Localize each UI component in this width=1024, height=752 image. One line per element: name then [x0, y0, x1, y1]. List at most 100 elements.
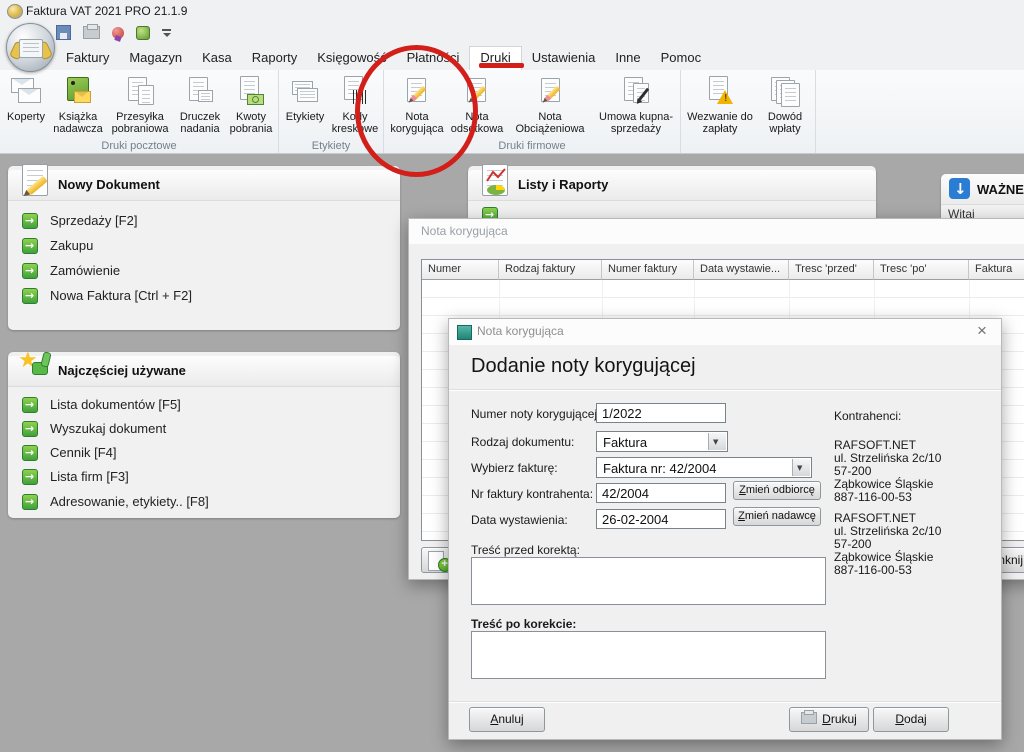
column-header-data-wystawienia[interactable]: Data wystawie...	[694, 260, 789, 280]
tresc-po-label: Treść po korekcie:	[471, 617, 576, 631]
list-window-titlebar[interactable]: Nota korygująca	[409, 219, 1024, 244]
tab-faktury[interactable]: Faktury	[56, 46, 119, 70]
print-icon[interactable]	[83, 26, 100, 39]
list-arrow-icon	[22, 445, 38, 461]
window-title: Faktura VAT 2021 PRO 21.1.9	[26, 4, 187, 18]
column-header-tresc-po[interactable]: Tresc 'po'	[874, 260, 969, 280]
document-money-icon	[233, 74, 269, 110]
kontrahent-odbiorca-address: RAFSOFT.NET ul. Strzelińska 2c/10 57-200…	[834, 439, 941, 504]
tresc-przed-label: Treść przed korektą:	[471, 543, 580, 557]
update-icon[interactable]	[136, 26, 150, 40]
list-arrow-icon	[22, 494, 38, 510]
drukuj-button[interactable]: Drukuj	[789, 707, 869, 732]
column-header-rodzaj-faktury[interactable]: Rodzaj faktury	[499, 260, 602, 280]
ribbon-button-etykiety[interactable]: Etykiety	[281, 72, 329, 123]
ribbon-group-extra: Wezwanie do zapłaty Dowód wpłaty	[681, 70, 816, 153]
numer-noty-input[interactable]	[596, 403, 726, 423]
panel-title: Nowy Dokument	[58, 177, 160, 192]
download-icon	[949, 178, 970, 199]
list-arrow-icon	[22, 213, 38, 229]
menu-item-zakupu[interactable]: Zakupu	[8, 235, 93, 257]
app-icon	[7, 4, 23, 19]
column-header-numer-faktury[interactable]: Numer faktury	[602, 260, 694, 280]
nr-faktury-kontrahenta-label: Nr faktury kontrahenta:	[471, 487, 593, 501]
ribbon-button-kwoty-pobrania[interactable]: Kwoty pobrania	[226, 72, 276, 135]
menu-item-nowa-faktura[interactable]: Nowa Faktura [Ctrl + F2]	[8, 285, 192, 307]
wybierz-fakture-select[interactable]: Faktura nr: 42/2004	[596, 457, 812, 478]
app-menu-button[interactable]	[6, 23, 55, 72]
data-wystawienia-label: Data wystawienia:	[471, 513, 568, 527]
tab-pomoc[interactable]: Pomoc	[651, 46, 711, 70]
tab-ustawienia[interactable]: Ustawienia	[522, 46, 606, 70]
list-arrow-icon	[22, 469, 38, 485]
tab-magazyn[interactable]: Magazyn	[119, 46, 192, 70]
numer-noty-label: Numer noty korygującej:	[471, 407, 600, 421]
ribbon-toolbar: Koperty Książka nadawcza Przesyłka pobra…	[0, 70, 1024, 154]
license-badge-icon[interactable]	[112, 27, 124, 39]
nr-faktury-kontrahenta-input[interactable]	[596, 483, 726, 503]
print-icon	[801, 712, 817, 724]
kontrahenci-label: Kontrahenci:	[834, 409, 901, 423]
column-header-numer[interactable]: Numer	[422, 260, 499, 280]
tresc-przed-textarea[interactable]	[471, 557, 826, 605]
annotation-underline-druki	[479, 63, 524, 68]
menu-item-adresowanie-etykiety[interactable]: Adresowanie, etykiety.. [F8]	[8, 491, 209, 513]
tab-inne[interactable]: Inne	[605, 46, 650, 70]
kontrahent-nadawca-address: RAFSOFT.NET ul. Strzelińska 2c/10 57-200…	[834, 512, 941, 577]
quick-access-toolbar	[56, 25, 172, 40]
application-chrome: Faktura VAT 2021 PRO 21.1.9 Faktury Maga…	[0, 0, 1024, 70]
dialog-title: Nota korygująca	[477, 324, 564, 338]
menu-item-cennik[interactable]: Cennik [F4]	[8, 442, 116, 464]
dodanie-noty-dialog: Nota korygująca × Dodanie noty korygując…	[448, 318, 1002, 740]
menu-item-zamowienie[interactable]: Zamówienie	[8, 260, 120, 282]
mailbox-box-icon	[60, 74, 96, 110]
menu-item-sprzedazy[interactable]: Sprzedaży [F2]	[8, 210, 137, 232]
ribbon-button-umowa-kupna-sprzedazy[interactable]: Umowa kupna-sprzedaży	[594, 72, 678, 135]
ribbon-button-wezwanie-do-zaplaty[interactable]: Wezwanie do zapłaty	[683, 72, 757, 135]
thumbs-up-star-icon: ★	[20, 348, 58, 386]
divider	[449, 389, 1001, 390]
table-header-row: Numer Rodzaj faktury Numer faktury Data …	[422, 260, 1024, 280]
orb-calculator	[19, 39, 43, 58]
rodzaj-dokumentu-select[interactable]: Faktura	[596, 431, 728, 452]
ribbon-button-dowod-wplaty[interactable]: Dowód wpłaty	[757, 72, 813, 135]
divider	[449, 701, 1001, 702]
rodzaj-dokumentu-label: Rodzaj dokumentu:	[471, 435, 574, 449]
panel-title: Najczęściej używane	[58, 363, 186, 378]
column-header-tresc-przed[interactable]: Tresc 'przed'	[789, 260, 874, 280]
panel-najczesciej-uzywane: ★ Najczęściej używane Lista dokumentów […	[8, 352, 400, 518]
zmien-odbiorce-button[interactable]: Zmień odbiorcę	[733, 481, 821, 500]
menu-item-lista-firm[interactable]: Lista firm [F3]	[8, 466, 129, 488]
envelopes-icon	[8, 74, 44, 110]
save-icon[interactable]	[56, 25, 71, 40]
tab-raporty[interactable]: Raporty	[242, 46, 308, 70]
column-header-faktura[interactable]: Faktura	[969, 260, 1024, 280]
documents-icon	[122, 74, 158, 110]
dodaj-button[interactable]: Dodaj	[873, 707, 949, 732]
anuluj-button[interactable]: Anuluj	[469, 707, 545, 732]
close-icon[interactable]: ×	[973, 321, 991, 341]
wybierz-fakture-label: Wybierz fakturę:	[471, 461, 558, 475]
ribbon-button-druczek-nadania[interactable]: Druczek nadania	[174, 72, 226, 135]
ribbon-button-przesylka-pobraniowa[interactable]: Przesyłka pobraniowa	[106, 72, 174, 135]
dialog-titlebar[interactable]: Nota korygująca ×	[449, 319, 1001, 345]
document-pencil-icon	[532, 74, 568, 110]
ribbon-button-koperty[interactable]: Koperty	[2, 72, 50, 123]
data-wystawienia-input[interactable]	[596, 509, 726, 529]
dropdown-icon[interactable]	[708, 433, 726, 450]
list-window-title: Nota korygująca	[421, 224, 508, 238]
dropdown-icon[interactable]	[792, 459, 810, 476]
panel-title: Listy i Raporty	[518, 177, 608, 192]
customize-toolbar-arrow-icon[interactable]	[162, 28, 172, 38]
list-arrow-icon	[22, 238, 38, 254]
ribbon-group-druki-pocztowe: Koperty Książka nadawcza Przesyłka pobra…	[0, 70, 279, 153]
ribbon-button-nota-obciazeniowa[interactable]: Nota Obciążeniowa	[506, 72, 594, 135]
document-warning-icon	[702, 74, 738, 110]
menu-item-wyszukaj-dokument[interactable]: Wyszukaj dokument	[8, 418, 166, 440]
zmien-nadawce-button[interactable]: Zmień nadawcę	[733, 507, 821, 526]
menu-item-lista-dokumentow[interactable]: Lista dokumentów [F5]	[8, 394, 181, 416]
annotation-circle-nota-korygujaca	[355, 45, 478, 177]
ribbon-button-ksiazka-nadawcza[interactable]: Książka nadawcza	[50, 72, 106, 135]
tab-kasa[interactable]: Kasa	[192, 46, 242, 70]
tresc-po-textarea[interactable]	[471, 631, 826, 679]
